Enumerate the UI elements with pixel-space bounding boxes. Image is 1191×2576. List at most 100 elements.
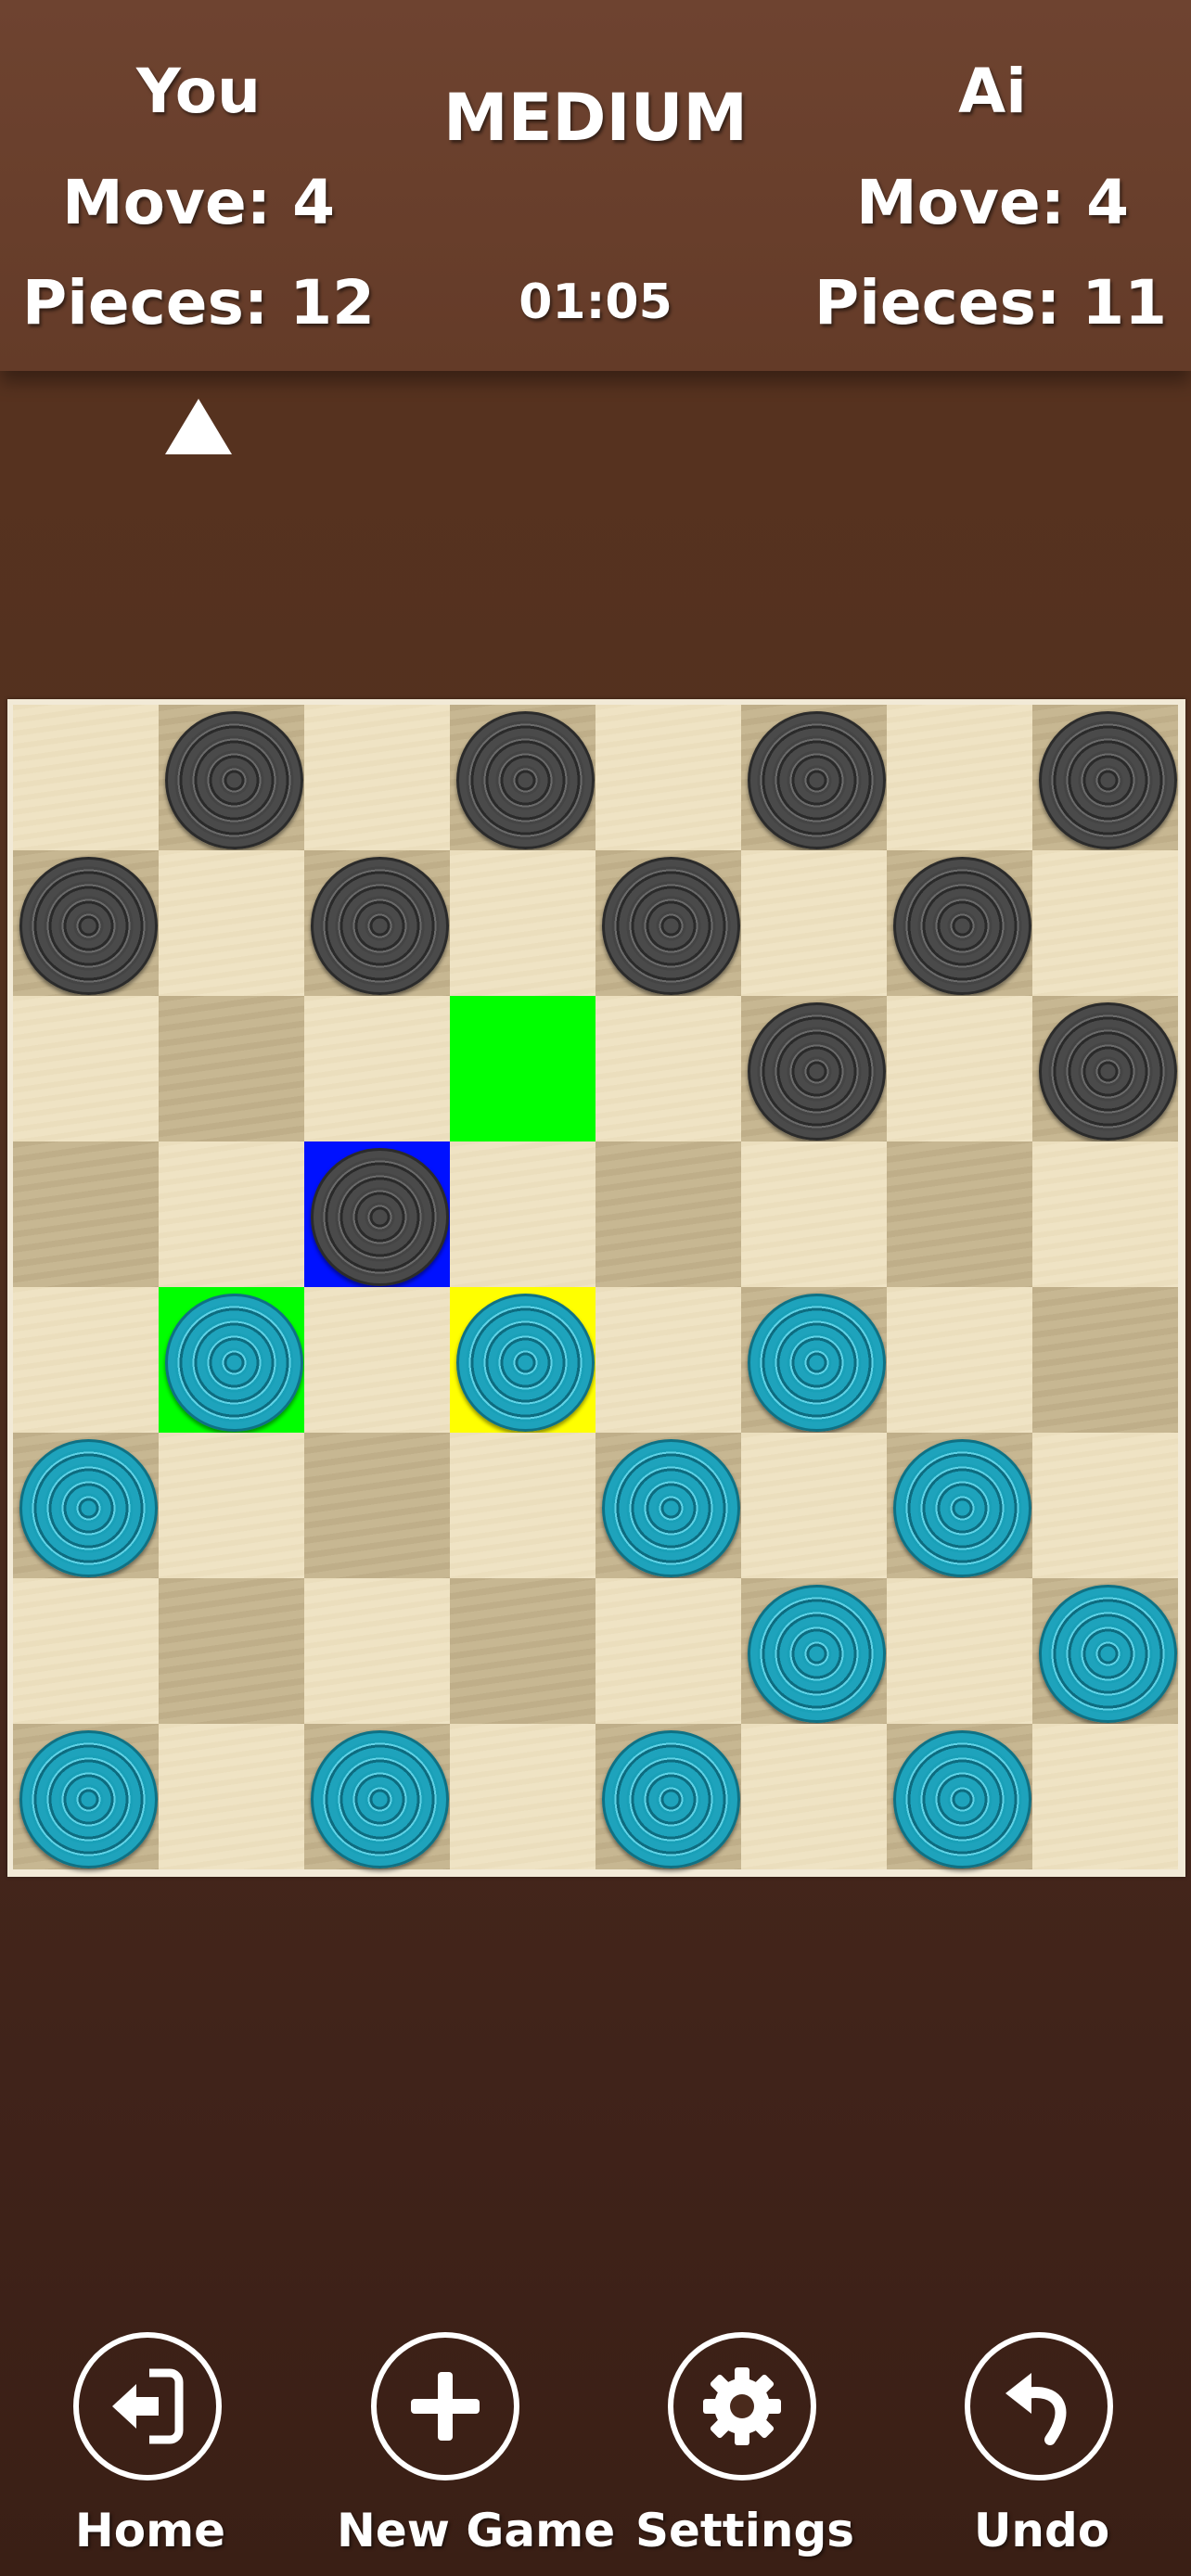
board-square[interactable] bbox=[596, 996, 741, 1141]
board-square-last-move[interactable] bbox=[304, 1141, 450, 1287]
board-square[interactable] bbox=[159, 850, 304, 996]
settings-button[interactable]: Settings bbox=[634, 2318, 856, 2576]
player-checker-piece[interactable] bbox=[748, 1585, 886, 1723]
board-square[interactable] bbox=[741, 1724, 887, 1869]
board-square[interactable] bbox=[887, 850, 1032, 996]
board-square[interactable] bbox=[450, 705, 596, 850]
ai-checker-piece bbox=[311, 1148, 449, 1286]
player-checker-piece[interactable] bbox=[602, 1730, 740, 1868]
board-square[interactable] bbox=[887, 1578, 1032, 1724]
board-square[interactable] bbox=[596, 1287, 741, 1433]
difficulty-label: MEDIUM bbox=[442, 80, 749, 156]
player-checker-piece[interactable] bbox=[19, 1439, 158, 1577]
board-square[interactable] bbox=[741, 1287, 887, 1433]
board-square[interactable] bbox=[887, 1433, 1032, 1578]
player-checker-piece[interactable] bbox=[1039, 1585, 1177, 1723]
board-square[interactable] bbox=[887, 996, 1032, 1141]
home-button[interactable]: Home bbox=[39, 2318, 262, 2576]
undo-button[interactable]: Undo bbox=[930, 2318, 1153, 2576]
board-square[interactable] bbox=[1032, 1141, 1178, 1287]
board-square[interactable] bbox=[304, 1287, 450, 1433]
board-square[interactable] bbox=[887, 1287, 1032, 1433]
board-square[interactable] bbox=[741, 1141, 887, 1287]
turn-indicator-icon bbox=[165, 399, 232, 454]
board-square[interactable] bbox=[1032, 1578, 1178, 1724]
board-square[interactable] bbox=[741, 850, 887, 996]
game-timer: 01:05 bbox=[519, 274, 672, 330]
ai-checker-piece bbox=[893, 857, 1031, 995]
board-square[interactable] bbox=[1032, 850, 1178, 996]
board-square-selected-highlight[interactable] bbox=[450, 1287, 596, 1433]
score-header: You Move: 4 Pieces: 12 MEDIUM 01:05 Ai M… bbox=[0, 0, 1191, 371]
board-square[interactable] bbox=[13, 1578, 159, 1724]
ai-pieces-count: Pieces: 11 bbox=[813, 267, 1168, 338]
board-square[interactable] bbox=[159, 705, 304, 850]
ai-checker-piece bbox=[748, 711, 886, 849]
ai-checker-piece bbox=[1039, 711, 1177, 849]
board-square[interactable] bbox=[1032, 1724, 1178, 1869]
board-square[interactable] bbox=[887, 1141, 1032, 1287]
ai-checker-piece bbox=[165, 711, 303, 849]
checkers-board[interactable] bbox=[13, 705, 1178, 1869]
player-checker-piece[interactable] bbox=[456, 1294, 595, 1432]
board-square-move-hint[interactable] bbox=[450, 996, 596, 1141]
board-square[interactable] bbox=[741, 705, 887, 850]
board-square-move-hint[interactable] bbox=[159, 1287, 304, 1433]
plus-icon bbox=[371, 2332, 519, 2480]
ai-checker-piece bbox=[311, 857, 449, 995]
player-checker-piece[interactable] bbox=[893, 1730, 1031, 1868]
board-square[interactable] bbox=[13, 996, 159, 1141]
board-square[interactable] bbox=[450, 1433, 596, 1578]
board-square[interactable] bbox=[159, 1724, 304, 1869]
board-square[interactable] bbox=[13, 705, 159, 850]
board-square[interactable] bbox=[159, 1578, 304, 1724]
player-checker-piece[interactable] bbox=[19, 1730, 158, 1868]
board-square[interactable] bbox=[13, 1433, 159, 1578]
board-square[interactable] bbox=[304, 1578, 450, 1724]
board-square[interactable] bbox=[159, 1433, 304, 1578]
ai-name: Ai bbox=[958, 56, 1027, 127]
board-square[interactable] bbox=[304, 850, 450, 996]
board-square[interactable] bbox=[1032, 705, 1178, 850]
board-square[interactable] bbox=[13, 1724, 159, 1869]
board-square[interactable] bbox=[13, 1141, 159, 1287]
home-exit-icon bbox=[73, 2332, 222, 2480]
player-checker-piece[interactable] bbox=[311, 1730, 449, 1868]
board-square[interactable] bbox=[1032, 1287, 1178, 1433]
board-square[interactable] bbox=[741, 1433, 887, 1578]
player-name: You bbox=[135, 56, 262, 127]
board-square[interactable] bbox=[159, 996, 304, 1141]
board-square[interactable] bbox=[887, 1724, 1032, 1869]
board-square[interactable] bbox=[304, 1433, 450, 1578]
board-square[interactable] bbox=[13, 1287, 159, 1433]
board-square[interactable] bbox=[887, 705, 1032, 850]
player-checker-piece[interactable] bbox=[748, 1294, 886, 1432]
board-square[interactable] bbox=[450, 850, 596, 996]
board-square[interactable] bbox=[159, 1141, 304, 1287]
player-move-count: Move: 4 bbox=[61, 167, 336, 238]
board-square[interactable] bbox=[596, 1724, 741, 1869]
board-square[interactable] bbox=[596, 705, 741, 850]
board-square[interactable] bbox=[304, 705, 450, 850]
ai-checker-piece bbox=[456, 711, 595, 849]
board-square[interactable] bbox=[741, 1578, 887, 1724]
new-game-button[interactable]: New Game bbox=[337, 2318, 615, 2576]
board-square[interactable] bbox=[596, 1433, 741, 1578]
board-square[interactable] bbox=[304, 1724, 450, 1869]
board-square[interactable] bbox=[1032, 996, 1178, 1141]
board-square[interactable] bbox=[596, 850, 741, 996]
gear-icon bbox=[668, 2332, 816, 2480]
player-checker-piece[interactable] bbox=[165, 1294, 303, 1432]
player-checker-piece[interactable] bbox=[602, 1439, 740, 1577]
ai-checker-piece bbox=[602, 857, 740, 995]
board-square[interactable] bbox=[596, 1141, 741, 1287]
board-square[interactable] bbox=[450, 1141, 596, 1287]
board-square[interactable] bbox=[304, 996, 450, 1141]
board-square[interactable] bbox=[741, 996, 887, 1141]
board-square[interactable] bbox=[13, 850, 159, 996]
board-square[interactable] bbox=[1032, 1433, 1178, 1578]
board-square[interactable] bbox=[450, 1578, 596, 1724]
player-checker-piece[interactable] bbox=[893, 1439, 1031, 1577]
board-square[interactable] bbox=[596, 1578, 741, 1724]
board-square[interactable] bbox=[450, 1724, 596, 1869]
